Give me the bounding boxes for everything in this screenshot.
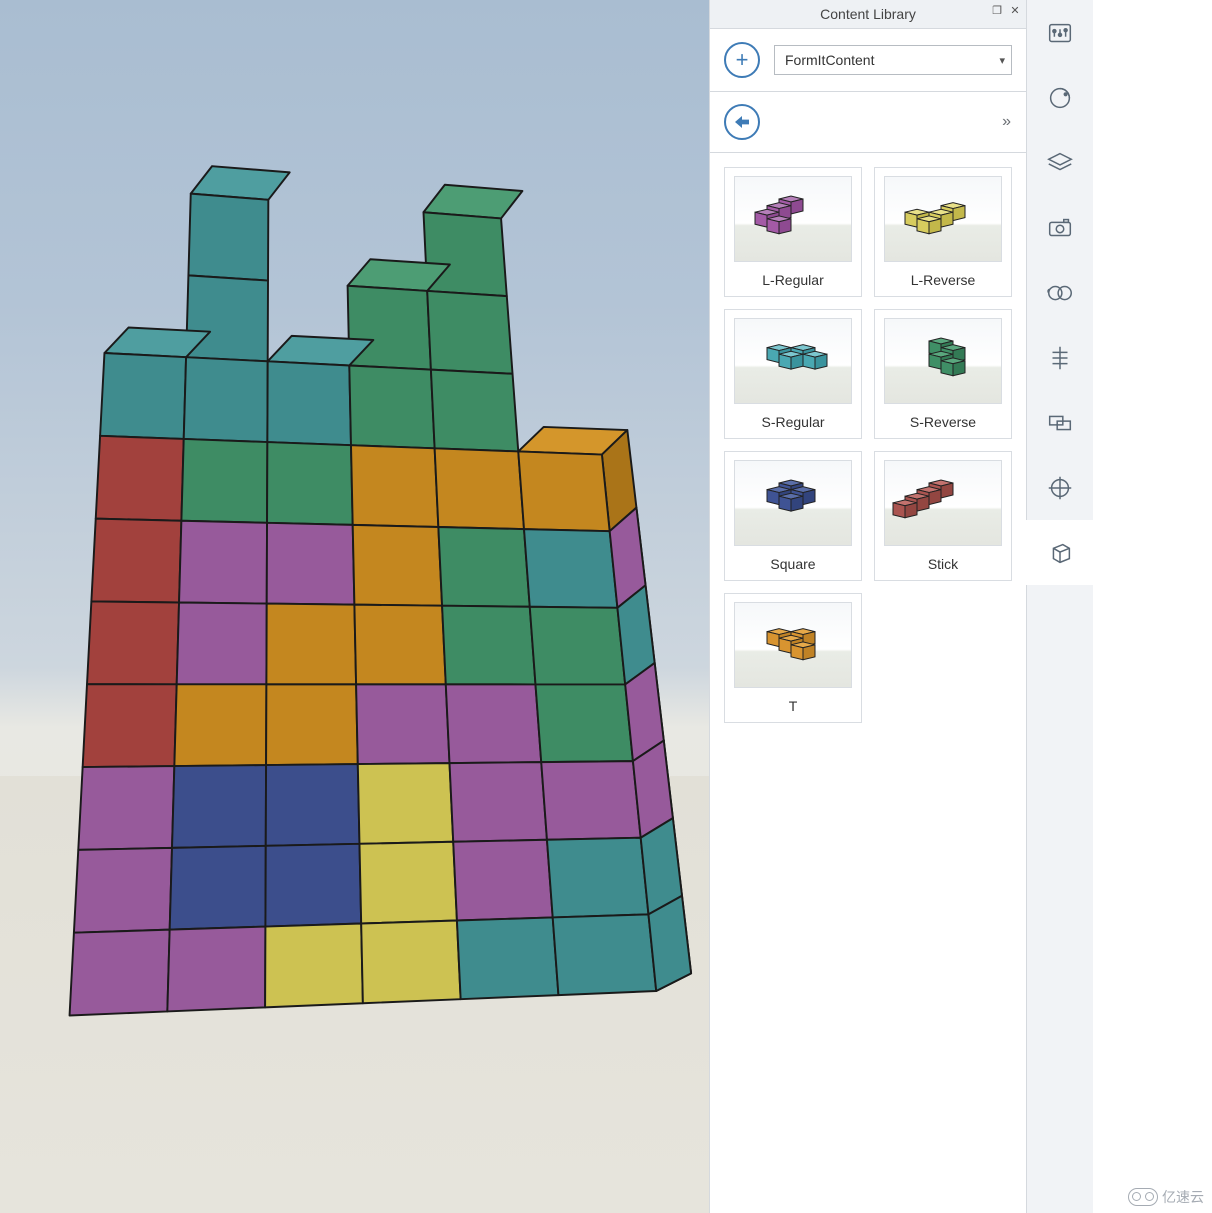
library-item-l-regular[interactable]: L-Regular bbox=[724, 167, 862, 297]
library-item-label: Square bbox=[770, 556, 815, 572]
library-item-label: T bbox=[789, 698, 798, 714]
library-thumb bbox=[884, 176, 1002, 262]
library-thumb bbox=[734, 460, 852, 546]
viewport-3d[interactable] bbox=[0, 0, 709, 1213]
library-item-label: L-Regular bbox=[762, 272, 823, 288]
content-library-panel: Content Library ❐ ✕ + FormItContent » bbox=[709, 0, 1026, 1213]
panel-toolbar: + FormItContent bbox=[710, 29, 1026, 92]
library-item-s-reverse[interactable]: S-Reverse bbox=[874, 309, 1012, 439]
library-item-label: Stick bbox=[928, 556, 958, 572]
rail-tab-visual-styles[interactable] bbox=[1027, 260, 1093, 325]
library-item-label: S-Regular bbox=[761, 414, 824, 430]
panel-undock-icon[interactable]: ❐ bbox=[990, 4, 1004, 18]
library-thumb bbox=[734, 602, 852, 688]
rail-tab-scenes[interactable] bbox=[1027, 195, 1093, 260]
library-thumb bbox=[884, 318, 1002, 404]
add-library-button[interactable]: + bbox=[724, 42, 760, 78]
rail-tab-levels[interactable] bbox=[1027, 325, 1093, 390]
library-thumb bbox=[734, 318, 852, 404]
rail-tab-groups[interactable] bbox=[1027, 390, 1093, 455]
library-item-s-regular[interactable]: S-Regular bbox=[724, 309, 862, 439]
back-button[interactable] bbox=[724, 104, 760, 140]
library-thumb bbox=[884, 460, 1002, 546]
library-select[interactable]: FormItContent bbox=[774, 45, 1012, 75]
panel-close-icon[interactable]: ✕ bbox=[1008, 4, 1022, 18]
library-item-t[interactable]: T bbox=[724, 593, 862, 723]
rail-tab-content-library[interactable] bbox=[1026, 520, 1093, 585]
side-tab-rail bbox=[1026, 0, 1093, 1213]
panel-title-bar[interactable]: Content Library ❐ ✕ bbox=[710, 0, 1026, 29]
rail-tab-section[interactable] bbox=[1027, 455, 1093, 520]
rail-tab-materials[interactable] bbox=[1027, 65, 1093, 130]
library-item-label: S-Reverse bbox=[910, 414, 976, 430]
rail-tab-layers[interactable] bbox=[1027, 130, 1093, 195]
library-item-stick[interactable]: Stick bbox=[874, 451, 1012, 581]
panel-nav: » bbox=[710, 92, 1026, 153]
panel-title-text: Content Library bbox=[820, 6, 916, 22]
library-grid: L-Regular L-Reverse bbox=[710, 153, 1026, 1213]
library-thumb bbox=[734, 176, 852, 262]
more-button[interactable]: » bbox=[1002, 113, 1012, 131]
library-select-value: FormItContent bbox=[785, 52, 874, 68]
library-item-square[interactable]: Square bbox=[724, 451, 862, 581]
library-item-l-reverse[interactable]: L-Reverse bbox=[874, 167, 1012, 297]
tetris-wall bbox=[55, 60, 695, 1040]
library-item-label: L-Reverse bbox=[911, 272, 976, 288]
rail-tab-properties[interactable] bbox=[1027, 0, 1093, 65]
